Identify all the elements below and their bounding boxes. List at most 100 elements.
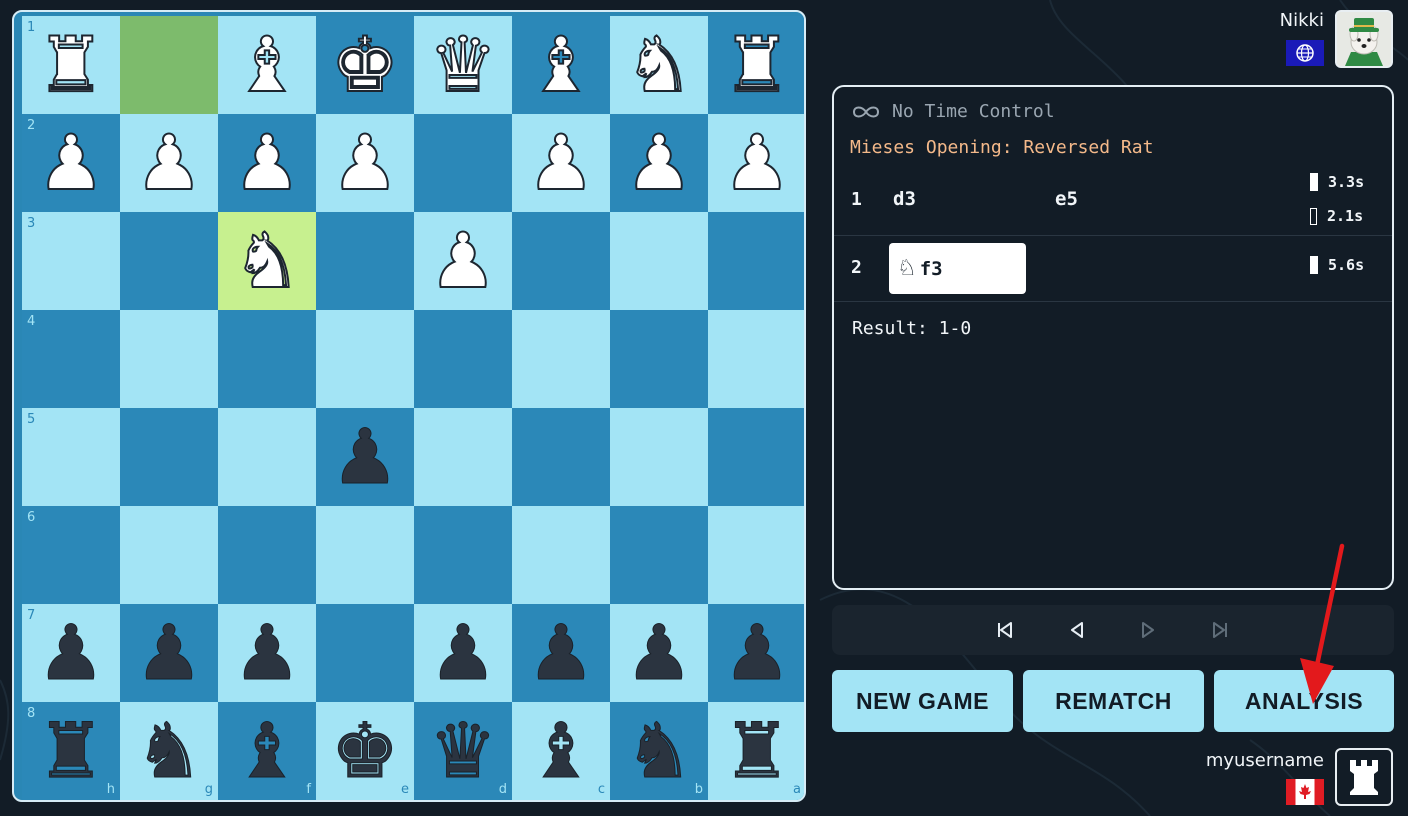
black-pawn-icon[interactable]: ♟ [134, 614, 203, 691]
black-king-icon[interactable]: ♚ [330, 712, 399, 789]
square-f5[interactable] [218, 408, 316, 506]
square-h4[interactable]: 4 [22, 310, 120, 408]
square-c4[interactable] [512, 310, 610, 408]
black-queen-icon[interactable]: ♛ [428, 712, 497, 789]
square-d4[interactable] [414, 310, 512, 408]
square-a5[interactable] [708, 408, 804, 506]
square-a4[interactable] [708, 310, 804, 408]
square-b1[interactable]: ♞ [610, 16, 708, 114]
white-pawn-icon[interactable]: ♟ [624, 124, 694, 202]
square-c7[interactable]: ♟ [512, 604, 610, 702]
square-c6[interactable] [512, 506, 610, 604]
square-f1[interactable]: ♝ [218, 16, 316, 114]
square-g2[interactable]: ♟ [120, 114, 218, 212]
square-d3[interactable]: ♟ [414, 212, 512, 310]
square-b8[interactable]: b ♞ [610, 702, 708, 800]
square-a8[interactable]: a ♜ [708, 702, 804, 800]
white-rook-icon[interactable]: ♜ [36, 26, 106, 104]
square-e7[interactable] [316, 604, 414, 702]
square-h5[interactable]: 5 [22, 408, 120, 506]
white-bishop-icon[interactable]: ♝ [232, 26, 302, 104]
black-pawn-icon[interactable]: ♟ [330, 418, 399, 495]
square-e5[interactable]: ♟ [316, 408, 414, 506]
square-g8[interactable]: g ♞ [120, 702, 218, 800]
white-pawn-icon[interactable]: ♟ [134, 124, 204, 202]
square-d8[interactable]: d ♛ [414, 702, 512, 800]
square-a2[interactable]: ♟ [708, 114, 804, 212]
opponent-avatar[interactable] [1335, 10, 1393, 68]
square-d1[interactable]: ♛ [414, 16, 512, 114]
white-rook-icon[interactable]: ♜ [722, 26, 792, 104]
square-b4[interactable] [610, 310, 708, 408]
rematch-button[interactable]: REMATCH [1023, 670, 1204, 732]
square-c2[interactable]: ♟ [512, 114, 610, 212]
black-bishop-icon[interactable]: ♝ [526, 712, 595, 789]
white-king-icon[interactable]: ♚ [330, 26, 400, 104]
skip-back-icon[interactable] [993, 618, 1017, 642]
square-b5[interactable] [610, 408, 708, 506]
black-pawn-icon[interactable]: ♟ [36, 614, 105, 691]
skip-forward-icon[interactable] [1208, 618, 1232, 642]
square-f2[interactable]: ♟ [218, 114, 316, 212]
square-c8[interactable]: c ♝ [512, 702, 610, 800]
square-a6[interactable] [708, 506, 804, 604]
step-forward-icon[interactable] [1136, 618, 1160, 642]
black-pawn-icon[interactable]: ♟ [232, 614, 301, 691]
square-g5[interactable] [120, 408, 218, 506]
square-b3[interactable] [610, 212, 708, 310]
white-pawn-icon[interactable]: ♟ [232, 124, 302, 202]
square-e1[interactable]: ♚ [316, 16, 414, 114]
square-g6[interactable] [120, 506, 218, 604]
square-f8[interactable]: f ♝ [218, 702, 316, 800]
square-h1[interactable]: 1 ♜ [22, 16, 120, 114]
square-d7[interactable]: ♟ [414, 604, 512, 702]
black-rook-icon[interactable]: ♜ [722, 712, 791, 789]
white-pawn-icon[interactable]: ♟ [428, 222, 498, 300]
white-pawn-icon[interactable]: ♟ [36, 124, 106, 202]
square-c3[interactable] [512, 212, 610, 310]
square-e3[interactable] [316, 212, 414, 310]
square-d2[interactable] [414, 114, 512, 212]
square-f3[interactable]: ♞ [218, 212, 316, 310]
square-e8[interactable]: e ♚ [316, 702, 414, 800]
square-b2[interactable]: ♟ [610, 114, 708, 212]
square-a3[interactable] [708, 212, 804, 310]
square-h3[interactable]: 3 [22, 212, 120, 310]
square-g7[interactable]: ♟ [120, 604, 218, 702]
step-back-icon[interactable] [1065, 618, 1089, 642]
white-pawn-icon[interactable]: ♟ [722, 124, 792, 202]
selected-move[interactable]: ♘ f3 [889, 243, 1026, 294]
square-f4[interactable] [218, 310, 316, 408]
white-bishop-icon[interactable]: ♝ [526, 26, 596, 104]
black-rook-icon[interactable]: ♜ [36, 712, 105, 789]
square-e2[interactable]: ♟ [316, 114, 414, 212]
white-knight-icon[interactable]: ♞ [232, 222, 302, 300]
black-knight-icon[interactable]: ♞ [624, 712, 693, 789]
square-f6[interactable] [218, 506, 316, 604]
square-h7[interactable]: 7 ♟ [22, 604, 120, 702]
square-g3[interactable] [120, 212, 218, 310]
square-a7[interactable]: ♟ [708, 604, 804, 702]
white-knight-icon[interactable]: ♞ [624, 26, 694, 104]
square-g4[interactable] [120, 310, 218, 408]
black-move[interactable]: e5 [1055, 188, 1078, 210]
white-pawn-icon[interactable]: ♟ [330, 124, 400, 202]
square-d6[interactable] [414, 506, 512, 604]
square-g1[interactable] [120, 16, 218, 114]
black-knight-icon[interactable]: ♞ [134, 712, 203, 789]
white-pawn-icon[interactable]: ♟ [526, 124, 596, 202]
square-e4[interactable] [316, 310, 414, 408]
black-pawn-icon[interactable]: ♟ [722, 614, 791, 691]
square-c1[interactable]: ♝ [512, 16, 610, 114]
square-d5[interactable] [414, 408, 512, 506]
square-f7[interactable]: ♟ [218, 604, 316, 702]
black-pawn-icon[interactable]: ♟ [526, 614, 595, 691]
square-b6[interactable] [610, 506, 708, 604]
square-h8[interactable]: 8 h ♜ [22, 702, 120, 800]
white-move[interactable]: d3 [893, 188, 916, 210]
square-b7[interactable]: ♟ [610, 604, 708, 702]
square-h6[interactable]: 6 [22, 506, 120, 604]
square-e6[interactable] [316, 506, 414, 604]
my-avatar[interactable] [1335, 748, 1393, 806]
white-queen-icon[interactable]: ♛ [428, 26, 498, 104]
